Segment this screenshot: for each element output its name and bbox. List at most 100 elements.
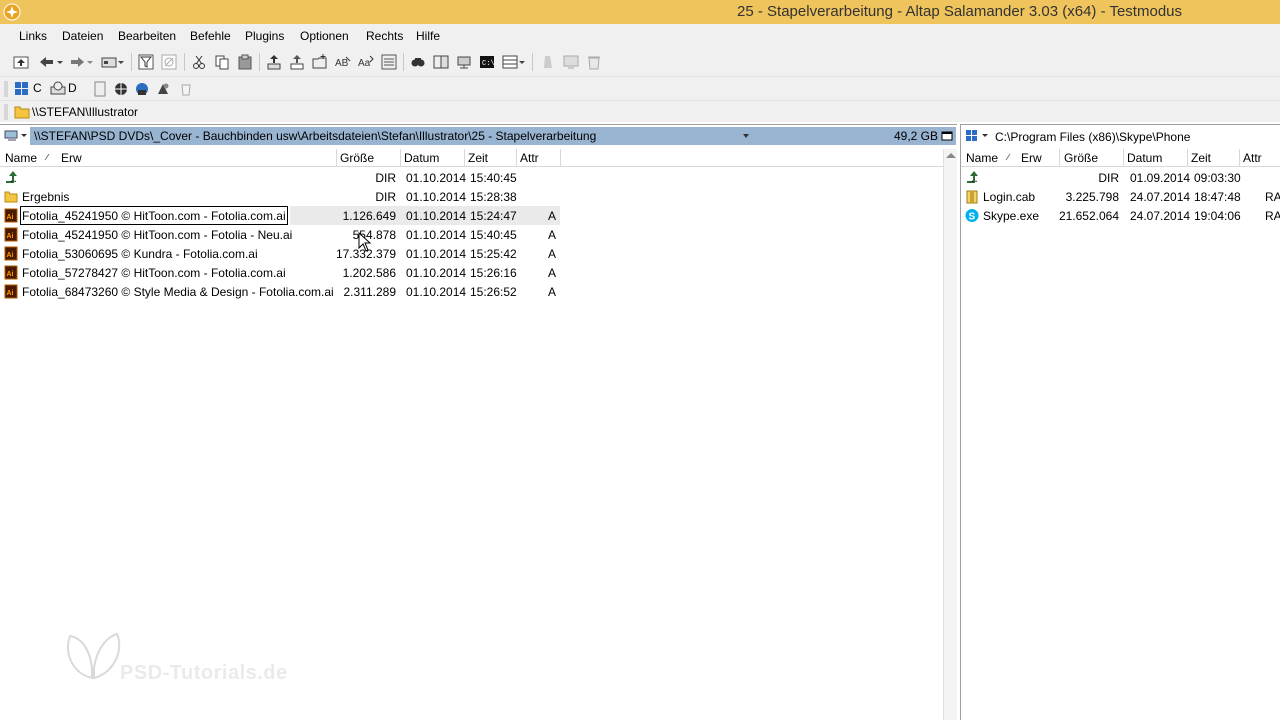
left-vertical-scrollbar[interactable] [943, 149, 957, 720]
paste-icon[interactable] [236, 53, 254, 71]
col-ext[interactable]: Erw [1021, 151, 1042, 165]
cut-icon[interactable] [190, 53, 208, 71]
new-folder-icon[interactable] [311, 53, 329, 71]
menu-dateien[interactable]: Dateien [62, 29, 103, 43]
col-size[interactable]: Größe [1064, 151, 1098, 165]
file-row[interactable]: Ai Fotolia_68473260 © Style Media & Desi… [0, 282, 943, 301]
column-separator[interactable] [1123, 149, 1124, 167]
file-row[interactable]: S Skype.exe 21.652.064 24.07.2014 19:04:… [961, 206, 1280, 225]
rename-icon[interactable]: AB [334, 53, 352, 71]
col-date[interactable]: Datum [404, 151, 439, 165]
drive-c-label: C [33, 81, 42, 95]
file-row[interactable]: Ai Fotolia_53060695 © Kundra - Fotolia.c… [0, 244, 943, 263]
copy-files-icon[interactable] [265, 53, 283, 71]
menu-hilfe[interactable]: Hilfe [416, 29, 440, 43]
view-mode-dropdown-icon[interactable] [518, 53, 526, 71]
menu-links[interactable]: Links [19, 29, 47, 43]
file-name: Fotolia_45241950 © HitToon.com - Fotolia… [22, 228, 293, 242]
cab-file-icon [966, 190, 978, 204]
column-separator[interactable] [1059, 149, 1060, 167]
file-attr: A [548, 285, 557, 299]
path-history-dropdown-icon[interactable] [742, 133, 750, 139]
delete-icon[interactable] [585, 53, 603, 71]
copy-icon[interactable] [213, 53, 231, 71]
column-separator[interactable] [400, 149, 401, 167]
column-separator[interactable] [336, 149, 337, 167]
col-name[interactable]: Name [966, 151, 998, 165]
recycle-bin-icon[interactable] [178, 81, 194, 97]
column-separator[interactable] [516, 149, 517, 167]
menu-rechts[interactable]: Rechts [366, 29, 403, 43]
network-icon[interactable] [113, 81, 129, 97]
col-size[interactable]: Größe [340, 151, 374, 165]
toolbar-separator [259, 53, 260, 71]
column-separator[interactable] [1187, 149, 1188, 167]
col-date[interactable]: Datum [1127, 151, 1162, 165]
col-attr[interactable]: Attr [1243, 151, 1262, 165]
parent-dir-icon[interactable] [12, 53, 30, 71]
network-drive-icon[interactable] [134, 81, 150, 97]
file-date: 01.10.2014 [406, 190, 467, 204]
col-attr[interactable]: Attr [520, 151, 539, 165]
forward-icon[interactable] [68, 53, 86, 71]
menu-plugins[interactable]: Plugins [245, 29, 284, 43]
file-time: 18:47:48 [1194, 190, 1241, 204]
file-date: 01.10.2014 [406, 228, 467, 242]
compare-dirs-icon[interactable] [432, 53, 450, 71]
file-row[interactable]: .. DIR 01.10.2014 15:40:45 [0, 168, 943, 187]
file-time: 15:26:16 [470, 266, 517, 280]
col-time[interactable]: Zeit [1191, 151, 1211, 165]
file-size: 2.311.289 [343, 285, 397, 299]
file-date: 24.07.2014 [1130, 209, 1191, 223]
file-row[interactable]: Login.cab 3.225.798 24.07.2014 18:47:48 … [961, 187, 1280, 206]
file-row[interactable]: .. DIR 01.09.2014 09:03:30 [961, 168, 1280, 187]
menu-befehle[interactable]: Befehle [190, 29, 231, 43]
forward-dropdown-icon[interactable] [86, 53, 94, 71]
right-path-text[interactable]: C:\Program Files (x86)\Skype\Phone [995, 130, 1190, 144]
windows-drive-icon[interactable] [965, 128, 991, 144]
column-separator[interactable] [464, 149, 465, 167]
user-menu-icon[interactable] [539, 53, 557, 71]
filter-icon[interactable] [137, 53, 155, 71]
move-files-icon[interactable] [288, 53, 306, 71]
file-date: 01.10.2014 [406, 285, 467, 299]
file-name: Skype.exe [983, 209, 1040, 223]
col-name[interactable]: Name [5, 151, 37, 165]
file-row[interactable]: Ai Fotolia_57278427 © HitToon.com - Foto… [0, 263, 943, 282]
col-ext[interactable]: Erw [61, 151, 82, 165]
drive-d-button[interactable]: D [50, 80, 80, 98]
mouse-cursor-icon [358, 232, 372, 252]
change-drive-icon[interactable] [100, 53, 118, 71]
svg-text:Ai: Ai [7, 271, 14, 278]
left-path-field[interactable]: \\STEFAN\PSD DVDs\_Cover - Bauchbinden u… [30, 127, 956, 145]
documents-icon[interactable] [92, 81, 108, 97]
back-icon[interactable] [38, 53, 56, 71]
column-separator[interactable] [560, 149, 561, 167]
change-drive-dropdown-icon[interactable] [117, 53, 125, 71]
menu-bearbeiten[interactable]: Bearbeiten [118, 29, 176, 43]
back-dropdown-icon[interactable] [56, 53, 64, 71]
hotpath-item[interactable]: \\STEFAN\Illustrator [32, 105, 138, 119]
find-icon[interactable] [409, 53, 427, 71]
free-space: 49,2 GB [893, 129, 938, 143]
change-case-icon[interactable]: Aa [357, 53, 375, 71]
sort-ascending-icon [1005, 153, 1011, 161]
col-time[interactable]: Zeit [468, 151, 488, 165]
file-row[interactable]: Ergebnis DIR 01.10.2014 15:28:38 [0, 187, 943, 206]
properties-icon[interactable] [562, 53, 580, 71]
toolbar: AB Aa C:\ [0, 48, 1280, 76]
file-row-focused[interactable]: Ai Fotolia_45241950 © HitToon.com - Foto… [0, 206, 943, 225]
unfilter-icon[interactable] [160, 53, 178, 71]
drive-c-button[interactable]: C [14, 80, 44, 98]
attributes-icon[interactable] [380, 53, 398, 71]
scroll-up-arrow-icon[interactable] [946, 153, 956, 158]
plugin-fs-icon[interactable] [155, 81, 171, 97]
network-path-icon[interactable] [4, 128, 28, 144]
zoom-panel-icon[interactable] [941, 130, 953, 142]
command-shell-icon[interactable]: C:\ [478, 53, 496, 71]
column-separator[interactable] [1239, 149, 1240, 167]
menu-optionen[interactable]: Optionen [300, 29, 349, 43]
file-row[interactable]: Ai Fotolia_45241950 © HitToon.com - Foto… [0, 225, 943, 244]
view-mode-icon[interactable] [501, 53, 519, 71]
map-network-icon[interactable] [455, 53, 473, 71]
